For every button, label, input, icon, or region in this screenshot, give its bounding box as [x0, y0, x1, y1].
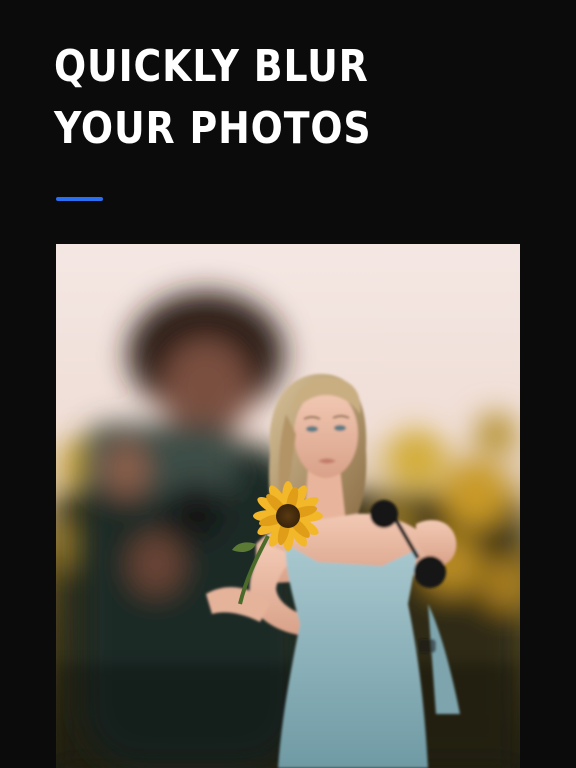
blurred-photo-illustration: [56, 244, 520, 768]
example-photo: [56, 244, 520, 768]
app-screen: QUICKLY BLUR YOUR PHOTOS: [0, 0, 576, 768]
headline: QUICKLY BLUR YOUR PHOTOS: [54, 41, 372, 154]
accent-divider: [56, 197, 103, 201]
